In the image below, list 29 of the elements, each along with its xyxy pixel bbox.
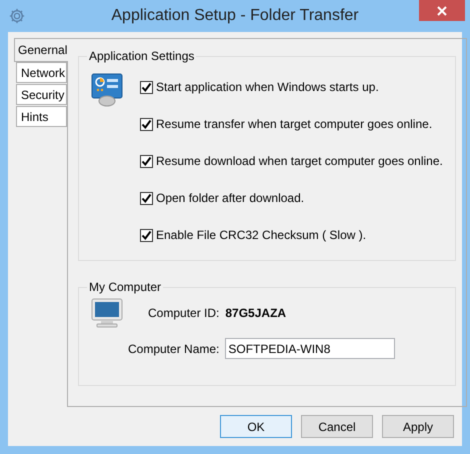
checkbox[interactable]	[140, 192, 153, 204]
computer-id: 87G5JAZA	[225, 305, 288, 322]
control-panel-icon	[91, 73, 125, 107]
tab[interactable]: Security	[16, 84, 67, 105]
close-button[interactable]	[419, 0, 465, 21]
option-label: Start application when Windows starts up.	[156, 79, 379, 96]
close-icon	[437, 6, 447, 16]
dialog-button[interactable]: Cancel	[301, 415, 373, 438]
group-title: My Computer	[88, 279, 162, 296]
tab[interactable]: Genernal	[14, 38, 68, 62]
group-title: Application Settings	[88, 48, 196, 65]
dialog-button[interactable]: Apply	[382, 415, 454, 438]
option-label: Enable File CRC32 Checksum ( Slow ).	[156, 227, 366, 244]
tab[interactable]: Network	[16, 62, 67, 83]
option-label: Open folder after download.	[156, 190, 304, 207]
tab[interactable]: Hints	[16, 106, 67, 127]
input-field[interactable]: SOFTPEDIA-WIN8	[225, 338, 396, 359]
field-label: Computer Name:	[128, 340, 220, 358]
window-title: Application Setup - Folder Transfer	[111, 6, 359, 26]
monitor-icon	[91, 298, 123, 328]
dialog-button[interactable]: OK	[220, 415, 292, 438]
checkbox[interactable]	[140, 154, 153, 168]
checkbox[interactable]	[140, 228, 153, 242]
field-label: Computer ID:	[147, 305, 220, 322]
checkbox[interactable]	[140, 118, 153, 130]
option-label: Resume download when target computer goes online.	[156, 153, 443, 170]
checkbox[interactable]	[140, 80, 153, 94]
option-label: Resume transfer when target computer goes online.	[156, 116, 432, 133]
settings-icon	[8, 7, 26, 25]
